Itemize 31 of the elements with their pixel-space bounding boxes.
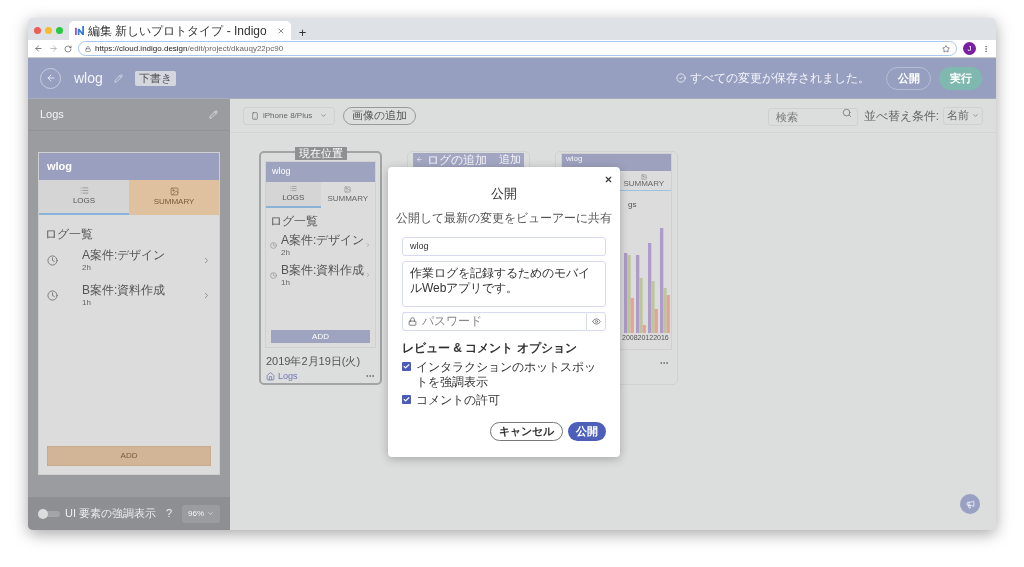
sort-label: 並べ替え条件: [863,107,939,125]
log-duration: 2h [281,247,291,258]
current-location-badge: 現在位置 [294,147,347,160]
dialog-title: 公開 [491,185,517,203]
save-status: すべての変更が保存されました。 [690,70,870,87]
tab-title: 編集 新しいプロトタイプ - Indigo [88,24,267,37]
log-title: A案件:デザイン [82,248,167,263]
app-title: wlog [566,155,583,163]
log-title: A案件:デザイン [281,232,365,248]
log-duration: 2h [82,263,92,273]
dialog-subtitle: 公開して最新の変更をビューアーに共有 [396,209,612,227]
project-name: wlog [74,68,103,88]
sidebar-title: Logs [40,107,64,123]
log-duration: 1h [82,298,92,308]
draft-badge: 下書き [134,70,176,86]
url-text: https://cloud.indigo.design/edit/project/dkauqy22pc90 [95,42,284,55]
app-title: ログの追加 [427,154,487,166]
app-title: wlog [272,165,291,179]
app-title: wlog [47,159,73,175]
option-label: インタラクションのホットスポットを強調表示 [416,359,597,390]
section-label: ログ一覧 [44,226,94,243]
options-heading: レビュー & コメント オプション [402,339,578,357]
log-title: B案件:資料作成 [281,262,365,278]
section-label: ログ一覧 [269,213,319,230]
log-duration: 1h [281,277,291,288]
toggle-label: UI 要素の強調表示 [65,506,157,522]
screen-name: Logs [278,369,298,383]
option-label: コメントの許可 [416,392,500,408]
log-title: B案件:資料作成 [82,283,167,298]
card-date: 2019年2月19日(火) [266,354,362,369]
chart-title: gs [628,199,637,211]
